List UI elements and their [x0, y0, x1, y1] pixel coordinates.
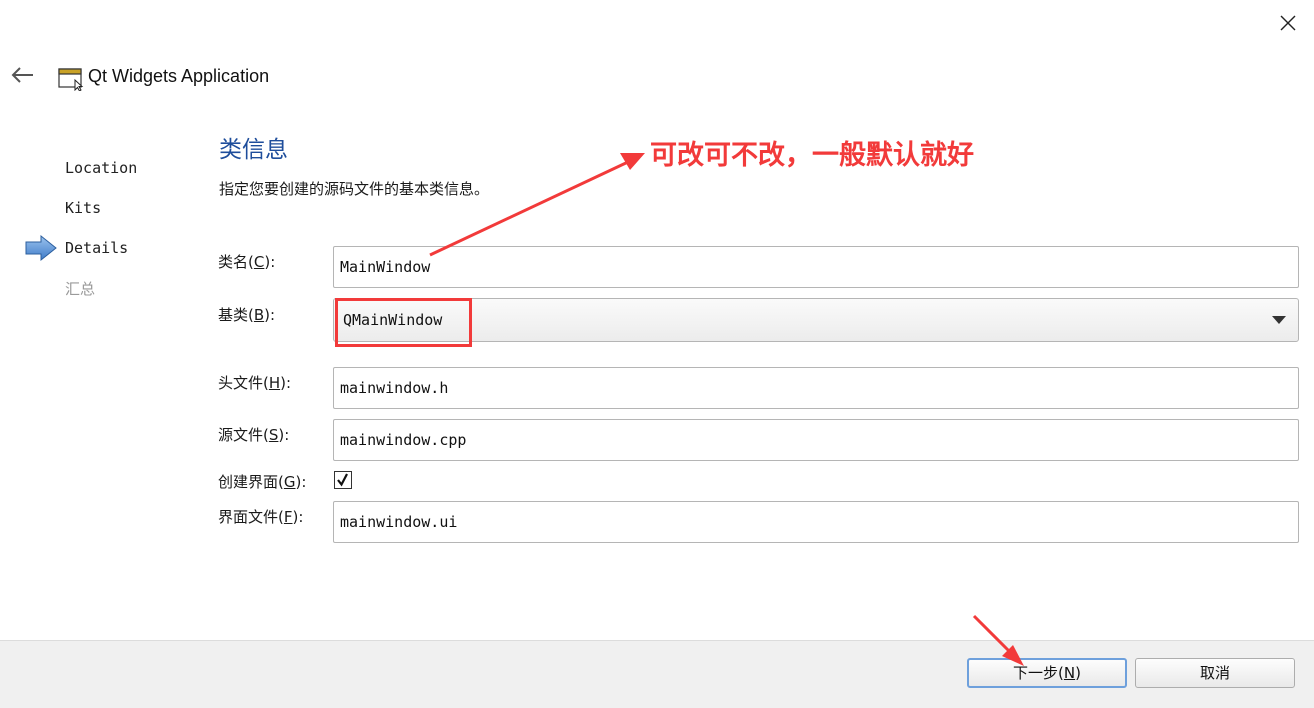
- annotation-arrowhead: [620, 153, 645, 170]
- annotation-arrows: [429, 153, 1024, 666]
- annotation-text: 可改可不改，一般默认就好: [650, 140, 974, 171]
- step-summary: 汇总: [65, 280, 96, 298]
- current-step-arrow-icon: [24, 234, 58, 262]
- page-title: 类信息: [219, 137, 288, 163]
- close-icon: [1280, 15, 1296, 31]
- step-location: Location: [65, 159, 138, 177]
- class-name-input[interactable]: MainWindow: [333, 246, 1299, 288]
- source-file-input[interactable]: mainwindow.cpp: [333, 419, 1299, 461]
- back-arrow-icon: [11, 67, 33, 83]
- annotation-highlight-box: [335, 298, 472, 347]
- close-button[interactable]: [1272, 8, 1304, 38]
- class-name-label: 类名(C):: [218, 253, 276, 271]
- header-file-input[interactable]: mainwindow.h: [333, 367, 1299, 409]
- wizard-title: Qt Widgets Application: [88, 66, 270, 86]
- form-file-label: 界面文件(F):: [218, 508, 304, 526]
- source-file-label: 源文件(S):: [218, 426, 290, 444]
- qt-window-icon: [58, 67, 84, 92]
- chevron-down-icon: [1272, 316, 1286, 324]
- create-form-checkbox[interactable]: [334, 471, 352, 489]
- page-subtitle: 指定您要创建的源码文件的基本类信息。: [219, 180, 490, 198]
- base-class-label: 基类(B):: [218, 306, 276, 324]
- cancel-button[interactable]: 取消: [1135, 658, 1295, 688]
- form-file-input[interactable]: mainwindow.ui: [333, 501, 1299, 543]
- next-button[interactable]: 下一步(N): [967, 658, 1127, 688]
- annotation-arrow-to-text: [429, 160, 629, 257]
- step-details: Details: [65, 239, 129, 257]
- step-kits: Kits: [65, 199, 102, 217]
- checkmark-icon: [337, 473, 348, 487]
- create-form-label: 创建界面(G):: [218, 473, 307, 491]
- base-class-combo[interactable]: QMainWindow: [333, 298, 1299, 342]
- header-file-label: 头文件(H):: [218, 374, 292, 392]
- back-button[interactable]: [8, 62, 40, 90]
